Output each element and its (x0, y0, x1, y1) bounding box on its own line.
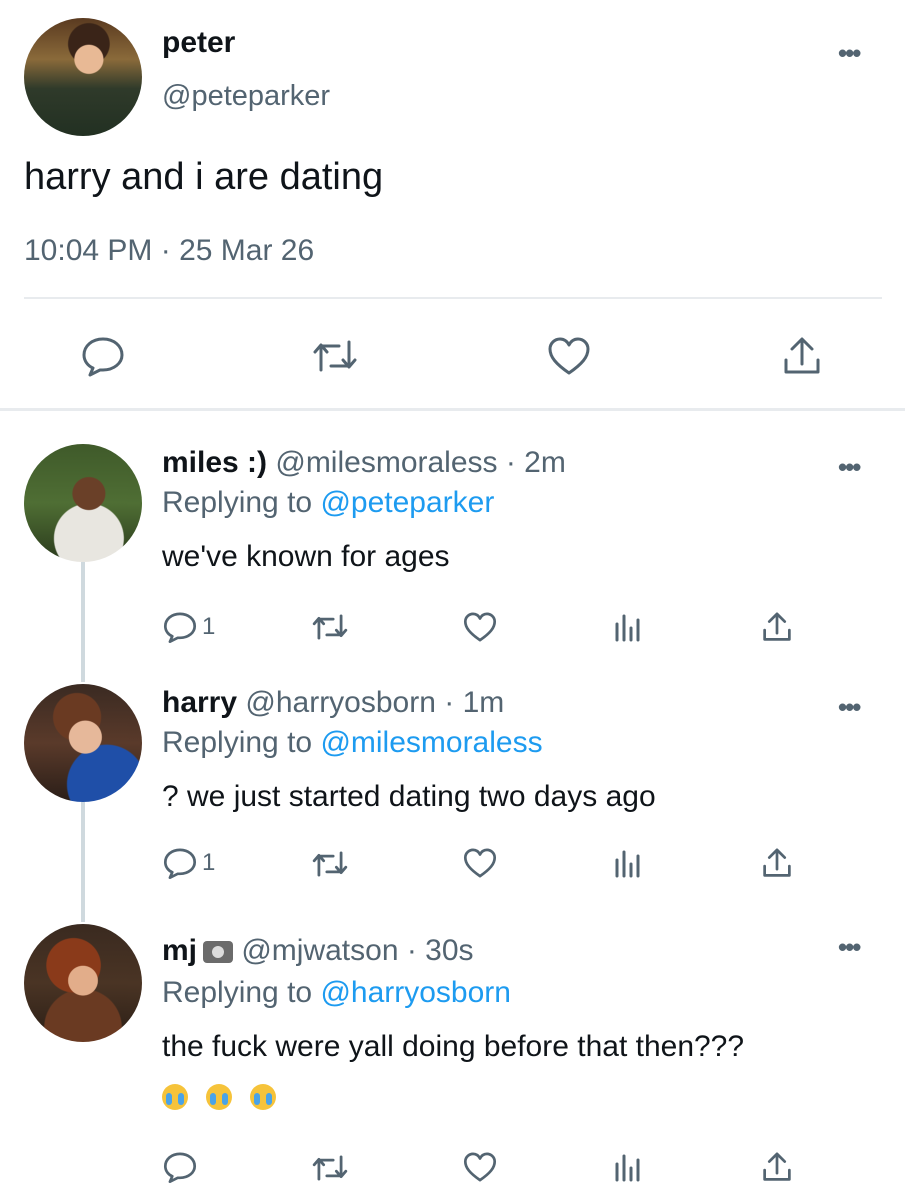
author-handle-time[interactable]: @mjwatson · 30s (233, 934, 473, 967)
heart-icon (463, 612, 497, 642)
tweet-text: harry and i are dating (24, 156, 384, 198)
more-options-icon[interactable]: ••• (838, 932, 861, 963)
more-options-icon[interactable]: ••• (838, 38, 861, 69)
retweet-button[interactable] (311, 611, 349, 643)
replying-prefix: Replying to (162, 976, 321, 1009)
reply-header: miles :) @milesmoraless · 2m (162, 446, 566, 480)
avatar[interactable] (24, 18, 142, 136)
avatar[interactable] (24, 444, 142, 562)
retweet-button[interactable] (311, 848, 349, 880)
heart-icon (463, 1152, 497, 1182)
like-button[interactable] (462, 1150, 498, 1184)
replying-to-link[interactable]: @milesmoraless (320, 726, 542, 759)
reply-count: 1 (202, 613, 216, 640)
share-icon (763, 1152, 791, 1181)
share-icon (763, 612, 791, 641)
heart-icon (463, 848, 497, 878)
author-name[interactable]: harry (162, 686, 237, 719)
analytics-button[interactable] (611, 1150, 645, 1184)
camera-with-flash-icon (203, 941, 234, 964)
heart-icon (548, 337, 590, 375)
replying-prefix: Replying to (162, 726, 321, 759)
reply-button[interactable] (80, 334, 126, 378)
reply-text: the fuck were yall doing before that the… (162, 1030, 745, 1063)
replying-to-link[interactable]: @harryosborn (320, 976, 511, 1009)
emoji-row (162, 1084, 294, 1110)
more-options-icon[interactable]: ••• (838, 452, 861, 483)
author-handle-time[interactable]: @milesmoraless · 2m (267, 446, 566, 479)
reply-button[interactable]: 1 (162, 610, 215, 644)
replying-to-link[interactable]: @peteparker (320, 486, 494, 519)
avatar[interactable] (24, 924, 142, 1042)
analytics-button[interactable] (611, 846, 645, 880)
share-button[interactable] (780, 334, 824, 378)
retweet-icon (313, 340, 357, 372)
reply-count: 1 (202, 849, 216, 876)
replying-to: Replying to @peteparker (162, 486, 494, 520)
retweet-icon (312, 851, 348, 877)
main-tweet: peter @peteparker ••• harry and i are da… (0, 0, 905, 410)
loudly-crying-face-icon (162, 1084, 188, 1110)
share-button[interactable] (760, 610, 794, 644)
reply-text: ? we just started dating two days ago (162, 780, 656, 813)
reply-icon (163, 1152, 197, 1184)
reply-text: we've known for ages (162, 540, 450, 573)
reply-icon (163, 848, 197, 880)
reply-icon (163, 612, 197, 644)
reply-icon (82, 337, 124, 377)
analytics-icon (615, 850, 640, 878)
share-button[interactable] (760, 1150, 794, 1184)
reply-header: harry @harryosborn · 1m (162, 686, 504, 720)
reply-button[interactable]: 1 (162, 846, 215, 880)
retweet-icon (312, 614, 348, 640)
author-name[interactable]: peter (162, 26, 235, 60)
share-button[interactable] (760, 846, 794, 880)
analytics-icon (615, 614, 640, 642)
author-name[interactable]: mj (162, 934, 197, 967)
author-handle-time[interactable]: @harryosborn · 1m (237, 686, 504, 719)
share-icon (784, 337, 820, 374)
thread-line (81, 802, 85, 922)
retweet-button[interactable] (311, 1152, 349, 1184)
more-options-icon[interactable]: ••• (838, 692, 861, 723)
retweet-icon (312, 1155, 348, 1181)
retweet-button[interactable] (311, 336, 359, 376)
reply-header: mj @mjwatson · 30s (162, 934, 474, 968)
author-handle[interactable]: @peteparker (162, 80, 330, 113)
loudly-crying-face-icon (206, 1084, 232, 1110)
reply-button[interactable] (162, 1150, 198, 1184)
author-name[interactable]: miles :) (162, 446, 267, 479)
like-button[interactable] (462, 610, 498, 644)
like-button[interactable] (546, 334, 592, 378)
thread-line (81, 562, 85, 682)
replying-to: Replying to @milesmoraless (162, 726, 543, 760)
like-button[interactable] (462, 846, 498, 880)
replying-prefix: Replying to (162, 486, 321, 519)
analytics-icon (615, 1154, 640, 1182)
avatar[interactable] (24, 684, 142, 802)
loudly-crying-face-icon (250, 1084, 276, 1110)
divider (24, 297, 882, 299)
tweet-timestamp[interactable]: 10:04 PM · 25 Mar 26 (24, 234, 314, 268)
replying-to: Replying to @harryosborn (162, 976, 511, 1010)
share-icon (763, 848, 791, 877)
section-divider (0, 408, 905, 411)
analytics-button[interactable] (611, 610, 645, 644)
